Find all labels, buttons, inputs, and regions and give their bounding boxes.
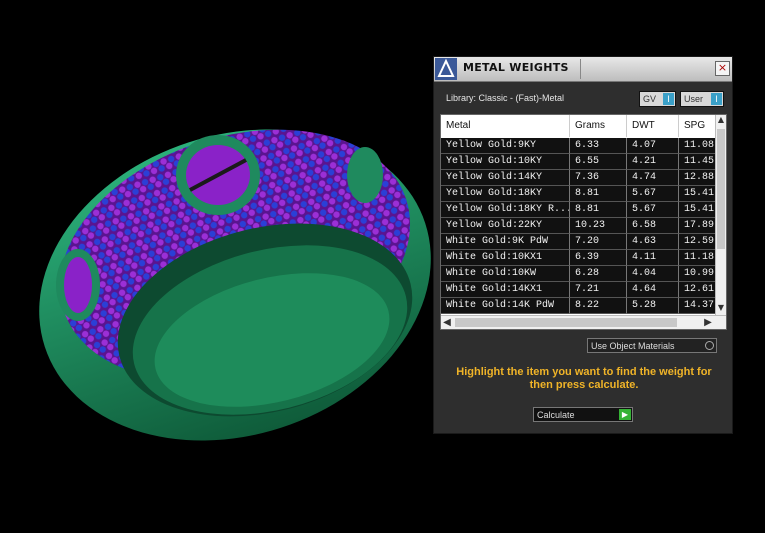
cell-grams: 6.28 xyxy=(570,266,627,282)
cell-dwt: 5.28 xyxy=(627,298,679,314)
cell-dwt: 5.67 xyxy=(627,202,679,218)
vertical-scrollbar[interactable]: ▲ ▼ xyxy=(715,115,726,315)
cell-metal: Yellow Gold:9KY xyxy=(441,138,570,154)
cell-dwt: 6.58 xyxy=(627,218,679,234)
cell-metal: White Gold:10KW xyxy=(441,266,570,282)
table-header: Metal Grams DWT SPG xyxy=(441,115,717,137)
close-button[interactable]: × xyxy=(715,61,730,76)
table-row[interactable]: Yellow Gold:22KY 10.23 6.58 17.89 xyxy=(441,218,717,234)
cell-dwt: 4.21 xyxy=(627,154,679,170)
cell-spg: 17.89 xyxy=(679,218,717,234)
cell-dwt: 4.63 xyxy=(627,234,679,250)
cell-spg: 12.61 xyxy=(679,282,717,298)
app-logo-icon xyxy=(435,58,457,80)
cell-spg: 12.88 xyxy=(679,170,717,186)
table-row[interactable]: Yellow Gold:18KY 8.81 5.67 15.41 xyxy=(441,186,717,202)
cell-dwt: 4.04 xyxy=(627,266,679,282)
cell-metal: White Gold:14K PdW xyxy=(441,298,570,314)
gv-toggle-knob: I xyxy=(663,93,674,105)
cell-metal: White Gold:9K PdW xyxy=(441,234,570,250)
cell-dwt: 4.74 xyxy=(627,170,679,186)
table-row[interactable]: White Gold:10KX1 6.39 4.11 11.18 xyxy=(441,250,717,266)
cell-metal: Yellow Gold:14KY xyxy=(441,170,570,186)
column-header-metal[interactable]: Metal xyxy=(441,115,570,137)
table-row[interactable]: White Gold:10KW 6.28 4.04 10.99 xyxy=(441,266,717,282)
cell-grams: 8.81 xyxy=(570,186,627,202)
cell-spg: 14.37 xyxy=(679,298,717,314)
cell-dwt: 4.11 xyxy=(627,250,679,266)
calculate-label: Calculate xyxy=(537,410,575,420)
column-header-dwt[interactable]: DWT xyxy=(627,115,679,137)
horizontal-scroll-thumb[interactable] xyxy=(455,318,677,327)
column-header-grams[interactable]: Grams xyxy=(570,115,627,137)
calculate-button[interactable]: Calculate ▶ xyxy=(533,407,633,422)
cell-spg: 15.41 xyxy=(679,186,717,202)
use-object-materials-option[interactable]: Use Object Materials xyxy=(587,338,717,353)
cell-spg: 11.18 xyxy=(679,250,717,266)
panel-title: METAL WEIGHTS xyxy=(463,61,569,74)
panel-titlebar[interactable]: METAL WEIGHTS × xyxy=(434,57,732,82)
cell-grams: 8.81 xyxy=(570,202,627,218)
table-row[interactable]: Yellow Gold:14KY 7.36 4.74 12.88 xyxy=(441,170,717,186)
use-object-materials-label: Use Object Materials xyxy=(591,341,675,351)
cell-spg: 11.45 xyxy=(679,154,717,170)
cell-grams: 6.55 xyxy=(570,154,627,170)
metal-table[interactable]: Metal Grams DWT SPG Yellow Gold:9KY 6.33 4… xyxy=(440,114,727,330)
cell-dwt: 4.64 xyxy=(627,282,679,298)
scroll-left-icon[interactable]: ◀ xyxy=(441,316,453,329)
cell-spg: 12.59 xyxy=(679,234,717,250)
table-row[interactable]: White Gold:9K PdW 7.20 4.63 12.59 xyxy=(441,234,717,250)
cell-metal: Yellow Gold:18KY xyxy=(441,186,570,202)
cell-metal: Yellow Gold:18KY R... xyxy=(441,202,570,218)
table-row[interactable]: Yellow Gold:9KY 6.33 4.07 11.08 xyxy=(441,138,717,154)
gv-toggle-label: GV xyxy=(643,94,657,104)
title-divider xyxy=(580,59,581,79)
metal-weights-panel: METAL WEIGHTS × Library: Classic - (Fast… xyxy=(433,56,733,434)
cell-grams: 8.22 xyxy=(570,298,627,314)
cell-spg: 11.08 xyxy=(679,138,717,154)
scroll-down-icon[interactable]: ▼ xyxy=(716,303,726,315)
cell-metal: Yellow Gold:10KY xyxy=(441,154,570,170)
cell-spg: 15.41 xyxy=(679,202,717,218)
vertical-scroll-thumb[interactable] xyxy=(717,129,725,249)
cell-grams: 7.21 xyxy=(570,282,627,298)
column-header-spg[interactable]: SPG xyxy=(679,115,717,137)
user-toggle[interactable]: User I xyxy=(680,91,724,107)
play-arrow-icon[interactable]: ▶ xyxy=(619,409,631,420)
table-row[interactable]: White Gold:14KX1 7.21 4.64 12.61 xyxy=(441,282,717,298)
gv-toggle[interactable]: GV I xyxy=(639,91,676,107)
cell-dwt: 4.07 xyxy=(627,138,679,154)
table-row[interactable]: Yellow Gold:10KY 6.55 4.21 11.45 xyxy=(441,154,717,170)
radio-icon[interactable] xyxy=(705,341,714,350)
cell-metal: Yellow Gold:22KY xyxy=(441,218,570,234)
horizontal-scrollbar[interactable]: ◀ ▶ xyxy=(441,315,726,329)
instruction-text: Highlight the item you want to find the … xyxy=(456,366,712,391)
scroll-right-icon[interactable]: ▶ xyxy=(702,316,714,329)
user-toggle-knob: I xyxy=(711,93,722,105)
user-toggle-label: User xyxy=(684,94,704,104)
table-row[interactable]: Yellow Gold:18KY R... 8.81 5.67 15.41 xyxy=(441,202,717,218)
cell-metal: White Gold:14KX1 xyxy=(441,282,570,298)
scroll-up-icon[interactable]: ▲ xyxy=(716,115,726,127)
cell-grams: 7.36 xyxy=(570,170,627,186)
table-row[interactable]: White Gold:14K PdW 8.22 5.28 14.37 xyxy=(441,298,717,314)
table-body: Yellow Gold:9KY 6.33 4.07 11.08 Yellow Gold:… xyxy=(441,138,717,314)
cell-grams: 6.39 xyxy=(570,250,627,266)
cell-grams: 10.23 xyxy=(570,218,627,234)
cell-grams: 6.33 xyxy=(570,138,627,154)
cell-grams: 7.20 xyxy=(570,234,627,250)
cell-metal: White Gold:10KX1 xyxy=(441,250,570,266)
cell-dwt: 5.67 xyxy=(627,186,679,202)
library-label: Library: Classic - (Fast)-Metal xyxy=(446,93,565,103)
cell-spg: 10.99 xyxy=(679,266,717,282)
